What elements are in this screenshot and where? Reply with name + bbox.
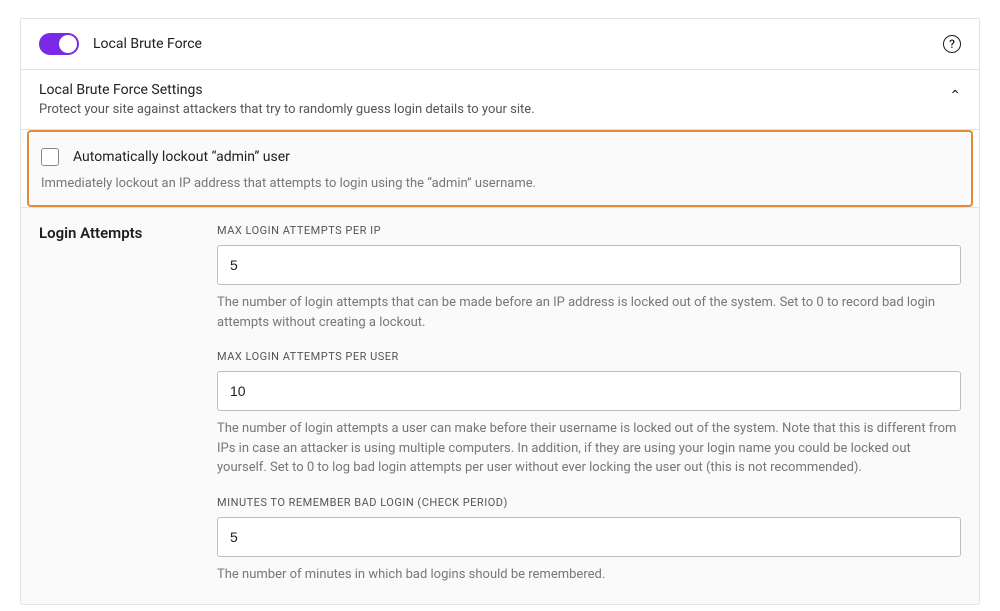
- subsection-header[interactable]: Local Brute Force Settings Protect your …: [21, 70, 979, 130]
- help-icon[interactable]: ?: [943, 35, 961, 53]
- max-per-user-label: MAX LOGIN ATTEMPTS PER USER: [217, 350, 961, 363]
- login-attempts-section-label: Login Attempts: [39, 224, 217, 584]
- check-period-input[interactable]: [217, 517, 961, 557]
- check-period-help: The number of minutes in which bad login…: [217, 565, 961, 585]
- settings-panel: Local Brute Force ? Local Brute Force Se…: [20, 18, 980, 605]
- subsection-title-block: Local Brute Force Settings Protect your …: [39, 82, 949, 117]
- panel-header: Local Brute Force ?: [21, 19, 979, 70]
- chevron-up-icon[interactable]: ⌃: [949, 82, 961, 104]
- max-per-user-input[interactable]: [217, 371, 961, 411]
- login-attempts-section: Login Attempts MAX LOGIN ATTEMPTS PER IP…: [21, 207, 979, 604]
- max-per-user-help: The number of login attempts a user can …: [217, 419, 961, 478]
- login-attempts-fields: MAX LOGIN ATTEMPTS PER IP The number of …: [217, 224, 961, 584]
- admin-lockout-highlight: Automatically lockout “admin” user Immed…: [27, 130, 973, 207]
- enable-toggle[interactable]: [39, 33, 79, 55]
- admin-lockout-row: Automatically lockout “admin” user: [41, 148, 959, 166]
- admin-lockout-label: Automatically lockout “admin” user: [73, 149, 290, 165]
- login-attempts-row: Login Attempts MAX LOGIN ATTEMPTS PER IP…: [39, 224, 961, 584]
- max-per-ip-field: MAX LOGIN ATTEMPTS PER IP The number of …: [217, 224, 961, 332]
- max-per-ip-help: The number of login attempts that can be…: [217, 293, 961, 332]
- max-per-user-field: MAX LOGIN ATTEMPTS PER USER The number o…: [217, 350, 961, 478]
- check-period-label: MINUTES TO REMEMBER BAD LOGIN (CHECK PER…: [217, 496, 961, 509]
- admin-lockout-checkbox[interactable]: [41, 148, 59, 166]
- check-period-field: MINUTES TO REMEMBER BAD LOGIN (CHECK PER…: [217, 496, 961, 585]
- subsection-description: Protect your site against attackers that…: [39, 102, 949, 117]
- panel-title: Local Brute Force: [93, 36, 943, 52]
- max-per-ip-label: MAX LOGIN ATTEMPTS PER IP: [217, 224, 961, 237]
- max-per-ip-input[interactable]: [217, 245, 961, 285]
- admin-lockout-description: Immediately lockout an IP address that a…: [41, 176, 959, 191]
- subsection-title: Local Brute Force Settings: [39, 82, 949, 98]
